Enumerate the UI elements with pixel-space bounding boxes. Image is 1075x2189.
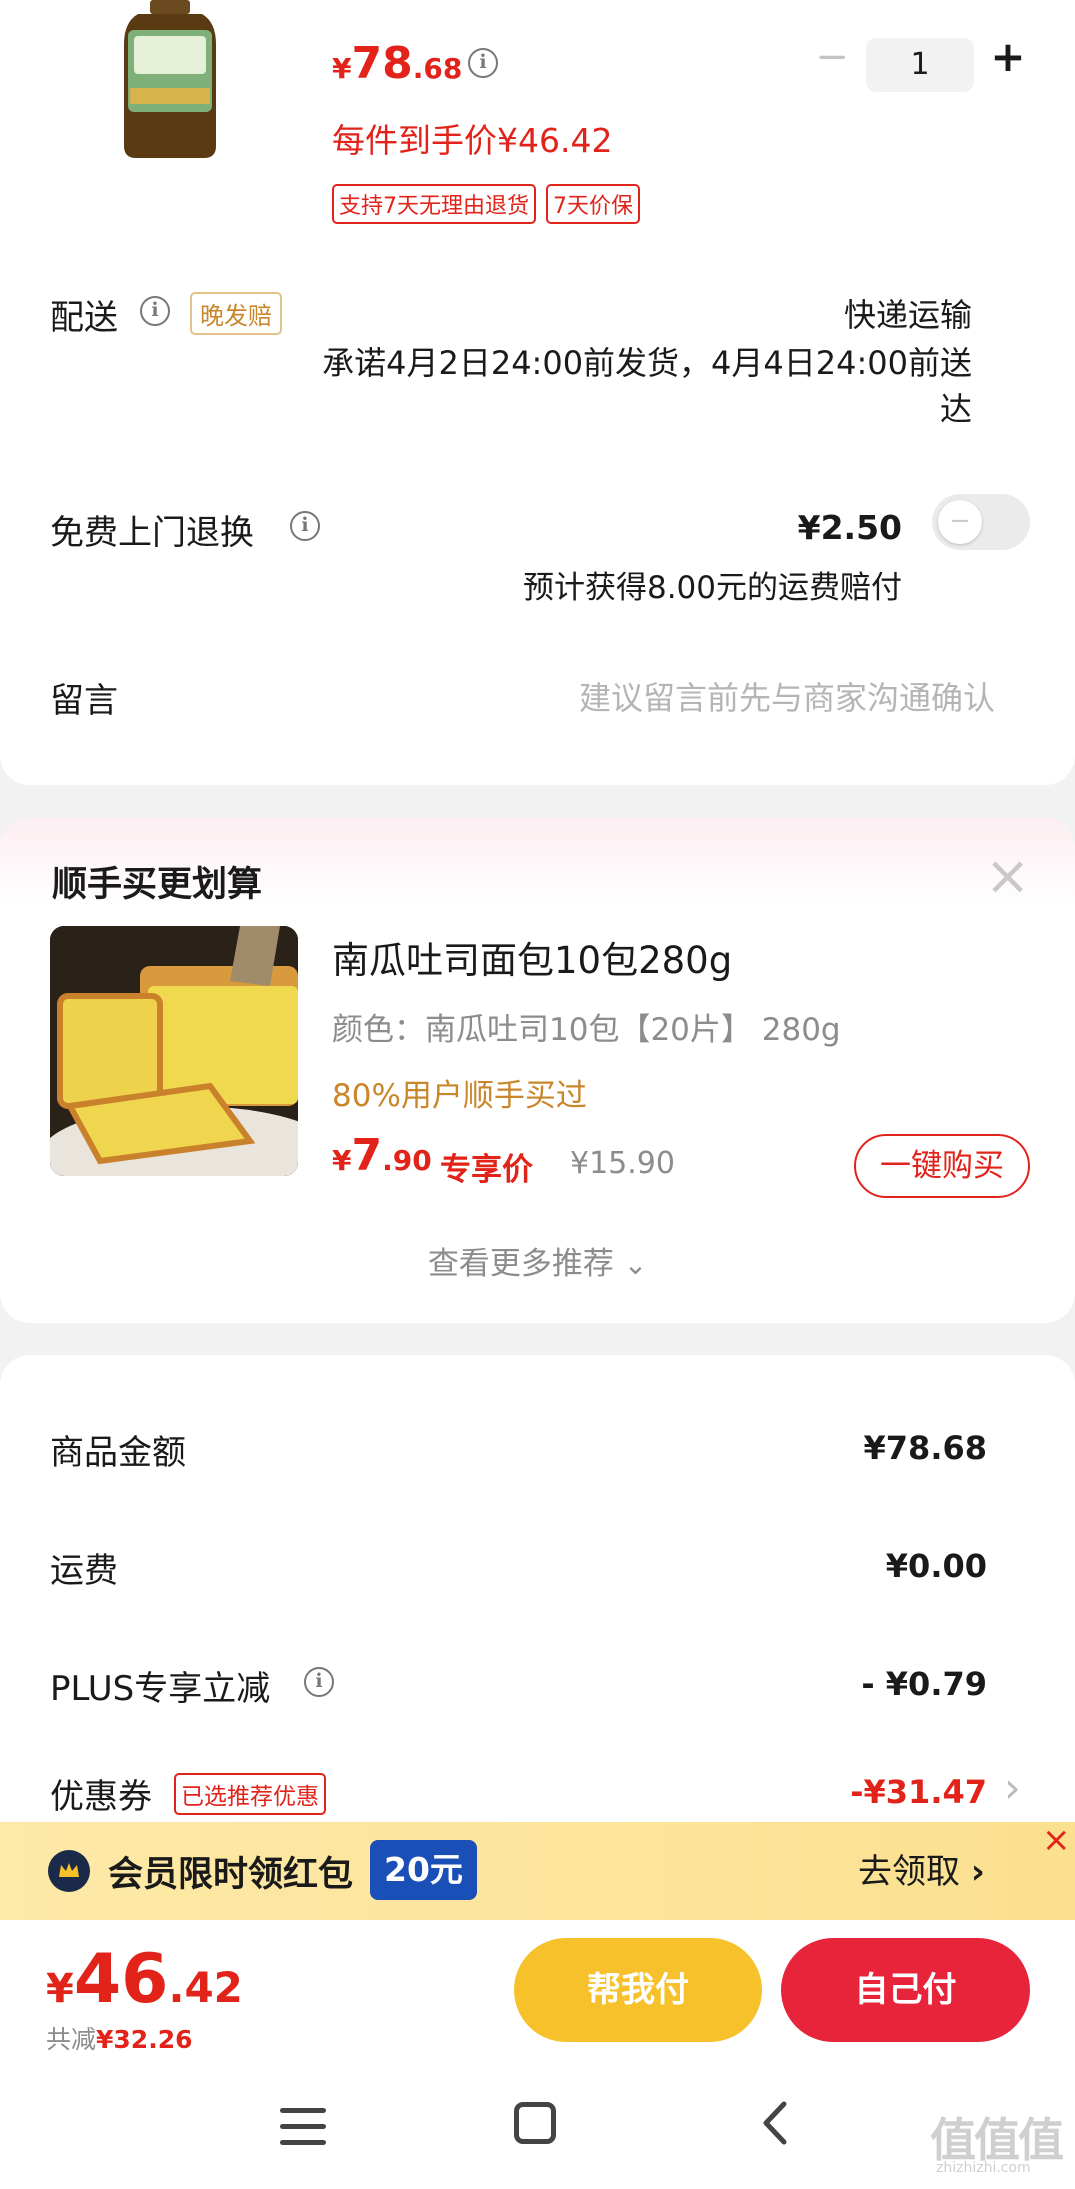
total-discount: 共减¥32.26 (46, 2020, 193, 2056)
recommend-price-label: 专享价 (440, 1152, 533, 1188)
plus-discount-info-icon[interactable]: i (304, 1667, 334, 1697)
more-recommend-link[interactable]: 查看更多推荐 ⌄ (0, 1238, 1075, 1283)
summary-row-label: 商品金额 (50, 1433, 186, 1473)
system-navbar: 值值值 zhizhizhi.com (0, 2074, 1075, 2189)
quantity-plus-button[interactable]: + (988, 32, 1028, 81)
recommend-item-name[interactable]: 南瓜吐司面包10包280g (332, 930, 732, 984)
recommend-close-icon[interactable]: × (985, 844, 1030, 907)
coupon-value[interactable]: -¥31.47 (850, 1773, 987, 1811)
recommend-original-price: ¥15.90 (570, 1146, 675, 1181)
return-service-note: 预计获得8.00元的运费赔付 (522, 570, 902, 606)
coupon-chevron-icon[interactable]: › (1004, 1763, 1021, 1812)
recommend-card: 顺手买更划算 × 南瓜吐司面包10包280g 颜色：南瓜吐司10包【20片】 2… (0, 818, 1075, 1323)
quantity-minus-button[interactable]: − (812, 34, 852, 80)
banner-action[interactable]: 去领取 › (858, 1844, 985, 1893)
delivery-method[interactable]: 快递运输 (844, 290, 972, 336)
product-card: ¥78.68 i 每件到手价¥46.42 支持7天无理由退货 7天价保 − 1 … (0, 0, 1075, 785)
banner-close-icon[interactable]: × (1042, 1822, 1071, 1860)
delivery-promise-line2: 达 (939, 390, 972, 428)
banner-text: 会员限时领红包 (108, 1855, 354, 1895)
crown-icon (48, 1850, 90, 1892)
menu-icon[interactable] (280, 2104, 326, 2146)
total-discount-label: 共减 (46, 2025, 97, 2054)
chevron-down-icon: ⌄ (623, 1248, 648, 1281)
late-delivery-badge: 晚发赔 (190, 292, 282, 335)
summary-row-value: ¥0.00 (885, 1547, 987, 1585)
toggle-knob: − (938, 500, 982, 544)
checkout-footer: ¥46.42 共减¥32.26 帮我付 自己付 (0, 1920, 1075, 2074)
summary-card: 商品金额 ¥78.68 运费 ¥0.00 PLUS专享立减 i - ¥0.79 … (0, 1355, 1075, 1855)
recommend-social-proof: 80%用户顺手买过 (332, 1078, 587, 1114)
return-service-label: 免费上门退换 (50, 513, 254, 553)
coupon-tag: 已选推荐优惠 (174, 1773, 326, 1815)
product-image[interactable] (120, 0, 220, 160)
message-input[interactable]: 建议留言前先与商家沟通确认 (579, 673, 995, 719)
return-tag: 支持7天无理由退货 (332, 184, 536, 224)
unit-price: 每件到手价¥46.42 (332, 121, 613, 160)
back-icon[interactable] (756, 2098, 796, 2148)
more-recommend-label: 查看更多推荐 (427, 1246, 614, 1282)
delivery-info-icon[interactable]: i (140, 296, 170, 326)
total-price: ¥46.42 (46, 1940, 243, 2019)
self-pay-button[interactable]: 自己付 (781, 1938, 1030, 2042)
return-service-price: ¥2.50 (797, 508, 902, 547)
total-discount-value: ¥32.26 (96, 2025, 193, 2054)
home-icon[interactable] (514, 2102, 556, 2144)
delivery-promise-line1: 承诺4月2日24:00前发货，4月4日24:00前送 (322, 344, 972, 382)
summary-row-label: PLUS专享立减 (50, 1669, 271, 1709)
banner-action-label: 去领取 (858, 1852, 960, 1892)
watermark-url: zhizhizhi.com (936, 2160, 1031, 2176)
recommend-price: ¥7.90 (332, 1130, 432, 1181)
member-banner[interactable]: 会员限时领红包 20元 去领取 › × (0, 1822, 1075, 1920)
bottle-icon (124, 0, 216, 158)
return-service-toggle[interactable]: − (932, 494, 1030, 550)
service-tags: 支持7天无理由退货 7天价保 (332, 184, 640, 224)
one-click-buy-button[interactable]: 一键购买 (854, 1134, 1030, 1198)
delivery-label: 配送 (50, 298, 118, 338)
chevron-right-icon: › (970, 1852, 985, 1892)
recommend-item-spec: 颜色：南瓜吐司10包【20片】 280g (332, 1012, 841, 1048)
price-protect-tag: 7天价保 (546, 184, 640, 224)
price-info-icon[interactable]: i (468, 48, 498, 78)
delivery-promise: 承诺4月2日24:00前发货，4月4日24:00前送 达 (322, 340, 972, 432)
toast-icon (50, 926, 298, 1176)
coupon-label: 优惠券 (50, 1777, 152, 1817)
summary-row-value: ¥78.68 (863, 1429, 987, 1467)
summary-row-value: - ¥0.79 (861, 1665, 987, 1703)
return-service-info-icon[interactable]: i (290, 511, 320, 541)
banner-amount-badge: 20元 (370, 1840, 477, 1900)
summary-row-label: 运费 (50, 1551, 118, 1591)
recommend-title: 顺手买更划算 (52, 865, 263, 905)
product-price: ¥78.68 (332, 38, 463, 89)
recommend-item-image[interactable] (50, 926, 298, 1176)
quantity-field[interactable]: 1 (866, 38, 974, 92)
help-pay-button[interactable]: 帮我付 (514, 1938, 762, 2042)
message-label: 留言 (50, 681, 118, 721)
